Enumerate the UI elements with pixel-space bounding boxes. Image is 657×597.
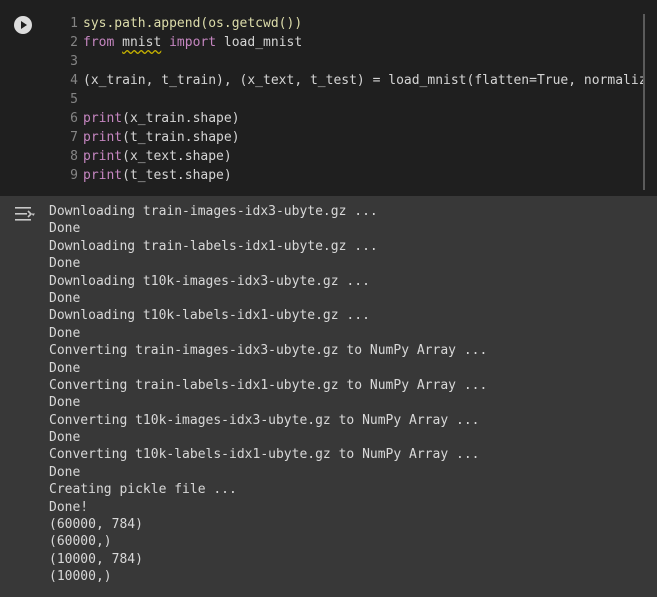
output-line: Done [49, 395, 81, 411]
code-line[interactable]: 5 [60, 90, 645, 109]
code-editor[interactable]: 1 sys.path.append(os.getcwd()) 2 from mnist… [0, 0, 657, 196]
output-line: Creating pickle file ... [49, 482, 237, 498]
code-line[interactable]: 3 [60, 52, 645, 71]
code-token: load_mnist [216, 35, 303, 50]
code-line[interactable]: 9 print(t_test.shape) [60, 166, 645, 185]
code-token: print [83, 130, 123, 145]
output-line: Done [49, 221, 81, 237]
output-line: Done! [49, 499, 89, 515]
code-token: import [169, 35, 217, 50]
output-line: Downloading t10k-images-idx3-ubyte.gz ..… [49, 273, 370, 289]
code-line[interactable]: 1 sys.path.append(os.getcwd()) [60, 14, 645, 33]
code-line[interactable]: 7 print(t_train.shape) [60, 128, 645, 147]
code-line[interactable]: 4 (x_train, t_train), (x_text, t_test) = … [60, 71, 645, 90]
cell-output: Downloading train-images-idx3-ubyte.gz .… [49, 203, 487, 586]
output-line: Done [49, 464, 81, 480]
output-line: Downloading train-labels-idx1-ubyte.gz .… [49, 238, 378, 254]
output-line: Downloading t10k-labels-idx1-ubyte.gz ..… [49, 308, 370, 324]
code-token: print [83, 149, 123, 164]
code-token: print [83, 168, 123, 183]
line-number: 9 [70, 168, 78, 183]
output-line: Done [49, 290, 81, 306]
output-line: Converting t10k-images-idx3-ubyte.gz to … [49, 412, 480, 428]
output-line: Done [49, 256, 81, 272]
output-line: Converting train-images-idx3-ubyte.gz to… [49, 343, 488, 359]
output-line: Done [49, 325, 81, 341]
output-line: Done [49, 430, 81, 446]
output-toggle-icon[interactable] [14, 205, 36, 223]
code-token: (x_text.shape) [122, 149, 232, 164]
output-line: Done [49, 360, 81, 376]
code-token: sys.path.append(os.getcwd()) [83, 16, 303, 31]
line-number: 7 [70, 130, 78, 145]
code-token: print [83, 111, 123, 126]
code-line[interactable]: 6 print(x_train.shape) [60, 109, 645, 128]
output-line: (60000,) [49, 534, 112, 550]
line-number: 2 [70, 35, 78, 50]
output-line: Converting train-labels-idx1-ubyte.gz to… [49, 377, 488, 393]
code-lines[interactable]: 1 sys.path.append(os.getcwd()) 2 from mnist… [60, 14, 645, 185]
code-token: (x_train.shape) [122, 111, 240, 126]
output-line: Converting t10k-labels-idx1-ubyte.gz to … [49, 447, 480, 463]
line-number: 5 [70, 92, 78, 107]
output-line: (60000, 784) [49, 517, 143, 533]
code-token: (t_test.shape) [122, 168, 232, 183]
line-number: 1 [70, 16, 78, 31]
code-line[interactable]: 8 print(x_text.shape) [60, 147, 645, 166]
editor-scrollbar[interactable] [643, 14, 645, 190]
run-cell-button[interactable] [14, 16, 32, 34]
code-token: (t_train.shape) [122, 130, 240, 145]
code-token: (x_train, t_train), (x_text, t_test) = l… [83, 73, 645, 88]
line-number: 3 [70, 54, 78, 69]
line-number: 4 [70, 73, 78, 88]
output-line: (10000,) [49, 569, 112, 585]
code-token: from [83, 35, 123, 50]
output-line: Downloading train-images-idx3-ubyte.gz .… [49, 204, 378, 219]
line-number: 8 [70, 149, 78, 164]
code-line[interactable]: 2 from mnist import load_mnist [60, 33, 645, 52]
output-line: (10000, 784) [49, 551, 143, 567]
code-token: mnist [122, 35, 162, 50]
notebook-cell: 1 sys.path.append(os.getcwd()) 2 from mnist… [0, 0, 657, 597]
line-number: 6 [70, 111, 78, 126]
